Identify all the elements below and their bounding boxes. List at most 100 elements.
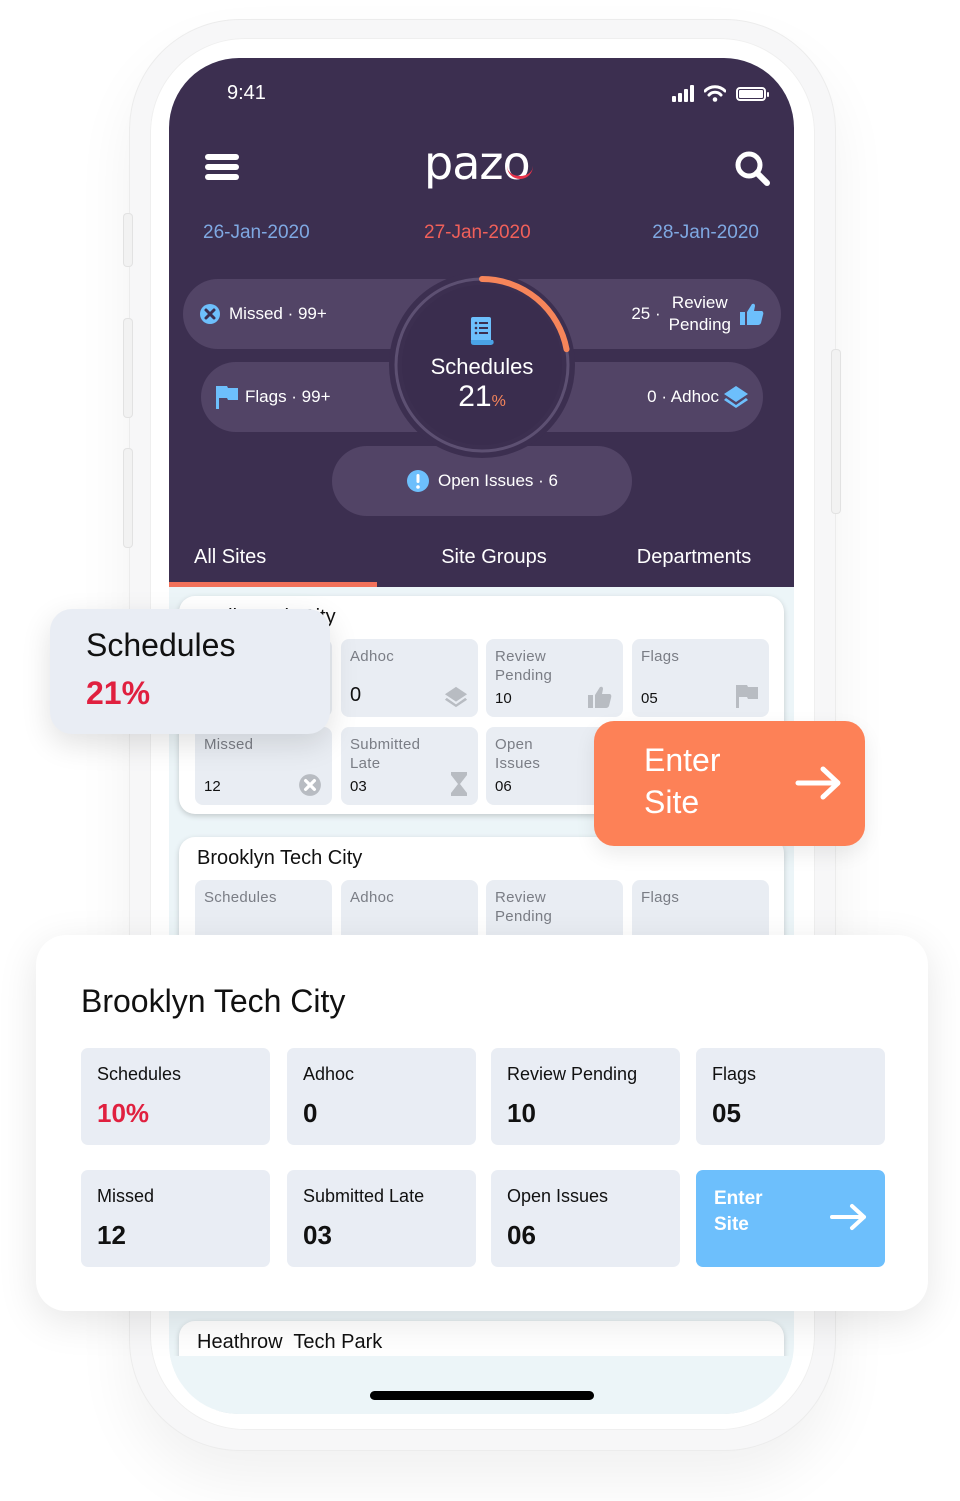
thumbs-up-icon <box>588 686 612 708</box>
site-title: Brooklyn Tech City <box>197 847 363 869</box>
thumbs-up-icon <box>740 303 764 325</box>
stat-label: Submitted Late <box>350 736 421 772</box>
side-button <box>124 214 132 266</box>
open-issues-label: Open Issues · 6 <box>437 471 558 490</box>
stat-value: 12 <box>204 778 221 795</box>
stat-value: 06 <box>507 1220 536 1250</box>
side-button <box>124 319 132 417</box>
alert-icon <box>406 470 429 492</box>
stat-value: 06 <box>495 778 512 795</box>
stat-schedules[interactable]: Schedules 10% <box>81 1048 270 1145</box>
gauge-label: Schedules <box>430 354 534 379</box>
stat-missed[interactable]: Missed 12 <box>81 1170 270 1267</box>
date-next[interactable]: 28-Jan-2020 <box>652 222 759 244</box>
stat-label: Adhoc <box>303 1064 355 1084</box>
stat-open-issues[interactable]: Open Issues 06 <box>491 1170 680 1267</box>
stat-value: 0 <box>350 684 362 706</box>
stat-label: Flags <box>641 889 680 906</box>
gauge-text: Schedules 21% <box>387 270 577 460</box>
review-count: 25 · <box>631 304 661 323</box>
date-prev[interactable]: 26-Jan-2020 <box>203 222 310 244</box>
status-icons <box>672 85 769 102</box>
stat-label: Missed <box>97 1186 155 1206</box>
list-fade <box>169 1356 794 1414</box>
stat-submitted-late[interactable]: Submitted Late 03 <box>341 727 478 805</box>
stat-label: Open Issues <box>495 736 541 772</box>
x-circle-icon <box>299 774 321 796</box>
x-circle-icon <box>200 304 220 324</box>
stat-label: Schedules <box>204 889 277 906</box>
stat-label: Review Pending <box>495 889 553 925</box>
enter-site-label: Enter Site <box>644 742 721 820</box>
stat-label: Review Pending <box>495 648 553 684</box>
tab-bar: All Sites Site Groups Departments <box>169 528 794 587</box>
layers-icon <box>724 386 748 408</box>
logo-o: o <box>502 136 533 190</box>
stat-label: Schedules <box>97 1064 182 1084</box>
callout-value: 21% <box>86 675 151 711</box>
expanded-site-card: Brooklyn Tech City Schedules 10% Adhoc 0… <box>36 935 928 1311</box>
tab-site-groups[interactable]: Site Groups <box>394 528 594 587</box>
wifi-icon <box>704 85 726 102</box>
arrow-right-icon <box>830 1204 866 1230</box>
stat-value: 0 <box>303 1098 318 1128</box>
adhoc-label: 0 · Adhoc <box>647 387 719 406</box>
stat-adhoc[interactable]: Adhoc 0 <box>287 1048 476 1145</box>
logo-text: paz <box>424 136 504 190</box>
flags-label: Flags · 99+ <box>245 387 331 406</box>
home-indicator[interactable] <box>370 1391 594 1400</box>
stat-flags[interactable]: Flags 05 <box>632 639 769 717</box>
stat-value: 10% <box>97 1098 150 1128</box>
flag-icon <box>736 685 758 708</box>
stat-label: Adhoc <box>350 648 395 665</box>
tab-departments[interactable]: Departments <box>594 528 794 587</box>
battery-icon <box>736 86 769 101</box>
stat-missed[interactable]: Missed 12 <box>195 727 332 805</box>
enter-site-button[interactable]: Enter Site <box>696 1170 885 1267</box>
review-label: Review Pending <box>669 292 731 336</box>
flag-icon <box>216 386 238 409</box>
tab-all-sites[interactable]: All Sites <box>169 528 394 587</box>
stat-value: 03 <box>350 778 367 795</box>
search-icon[interactable] <box>734 150 772 188</box>
gauge-unit: % <box>491 393 506 410</box>
date-current[interactable]: 27-Jan-2020 <box>424 222 531 244</box>
enter-site-button[interactable]: Enter Site <box>594 721 865 846</box>
stat-flags[interactable]: Flags 05 <box>696 1048 885 1145</box>
side-button <box>832 350 840 513</box>
menu-button[interactable] <box>205 154 239 184</box>
callout-label: Schedules <box>86 627 236 663</box>
hourglass-icon <box>451 772 467 796</box>
stat-label: Submitted Late <box>303 1186 425 1206</box>
app-header: 9:41 pazo 26-Jan-2020 27-Jan-2020 28-Jan… <box>169 58 794 587</box>
schedules-callout: Schedules 21% <box>50 609 330 734</box>
side-button <box>124 449 132 547</box>
missed-label: Missed · 99+ <box>229 304 327 323</box>
pazo-logo: pazo <box>424 136 533 190</box>
signal-icon <box>672 85 694 102</box>
stat-adhoc[interactable]: Adhoc 0 <box>341 639 478 717</box>
enter-site-label: Enter Site <box>714 1188 763 1235</box>
stat-value: 05 <box>712 1098 741 1128</box>
gauge-number: 21 <box>458 380 492 413</box>
schedules-gauge[interactable]: Schedules 21% <box>387 270 577 460</box>
review-label-line1: Review <box>671 293 728 312</box>
stat-label: Missed <box>204 736 254 753</box>
arrow-right-icon <box>795 766 841 800</box>
stat-value: 10 <box>495 690 512 707</box>
schedule-icon <box>470 317 494 345</box>
expanded-site-title: Brooklyn Tech City <box>81 983 346 1019</box>
stat-review-pending[interactable]: Review Pending 10 <box>486 639 623 717</box>
layers-icon <box>444 686 468 708</box>
site-title: Heathrow Tech Park <box>197 1331 383 1353</box>
stat-label: Flags <box>641 648 680 665</box>
stat-submitted-late[interactable]: Submitted Late 03 <box>287 1170 476 1267</box>
stat-label: Flags <box>712 1064 757 1084</box>
stat-review-pending[interactable]: Review Pending 10 <box>491 1048 680 1145</box>
stat-label: Open Issues <box>507 1186 609 1206</box>
status-time: 9:41 <box>227 82 266 104</box>
stat-value: 03 <box>303 1220 332 1250</box>
review-label-line2: Pending <box>668 315 731 334</box>
stat-label: Review Pending <box>507 1064 638 1084</box>
stat-label: Adhoc <box>350 889 395 906</box>
